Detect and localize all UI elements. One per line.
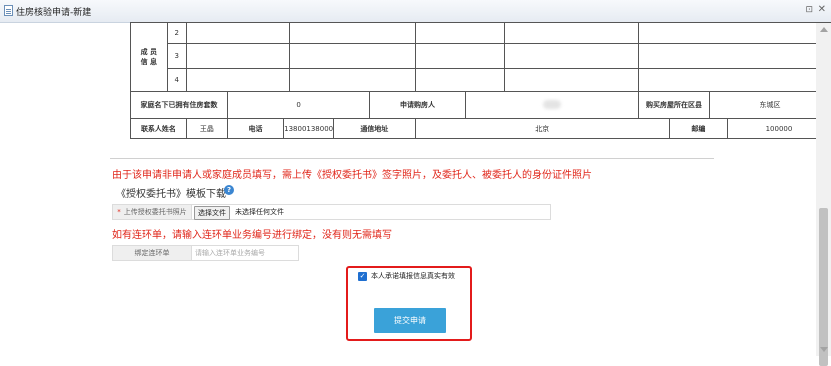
authorization-notice: 由于该申请非申请人或家庭成员填写，需上传《授权委托书》签字照片，及委托人、被委托… [112,170,592,181]
file-upload-field: 选择文件 未选择任何文件 [191,204,551,220]
member-cell [504,22,640,44]
member-row-number: 4 [166,68,187,92]
contact-name-value: 王晶 [185,118,228,139]
upload-label-text: 上传授权委托书照片 [123,208,187,216]
required-mark: * [117,208,121,216]
document-icon [4,5,13,16]
postcode-label: 邮编 [668,118,728,139]
application-table: 成 员 信 息 2 3 4 家庭名下已拥有住房套数 0 申请购房人 购买房屋所在… [130,22,831,139]
blurred-name [542,99,561,109]
member-cell [638,68,831,92]
choose-file-button[interactable]: 选择文件 [194,206,230,220]
member-cell [288,68,416,92]
member-cell [185,68,290,92]
members-label: 成 员 信 息 [130,22,168,92]
agreement-checkbox[interactable]: ✓ [358,272,367,281]
applicant-label: 申请购房人 [369,91,466,119]
chain-number-input[interactable]: 请输入连环单业务编号 [191,245,299,261]
submit-button[interactable]: 提交申请 [374,308,446,333]
restore-icon[interactable]: ⊡ [805,5,813,15]
district-value: 东城区 [708,91,831,119]
applicant-value [464,91,640,119]
owned-houses-label: 家庭名下已拥有住房套数 [130,91,228,119]
chain-label: 绑定连环单 [112,245,192,261]
member-cell [288,43,416,69]
member-cell [185,22,290,44]
address-label: 通信地址 [333,118,416,139]
phone-label: 电话 [226,118,285,139]
member-cell [414,68,506,92]
member-cell [414,22,506,44]
template-download-link[interactable]: 《授权委托书》模板下载 [116,185,226,200]
member-cell [288,22,416,44]
member-cell [638,43,831,69]
upload-label: * 上传授权委托书照片 [112,204,192,220]
scroll-up-icon[interactable] [820,27,828,32]
member-cell [504,68,640,92]
phone-value: 13800138000 [283,118,335,139]
window-title: 住房核验申请-新建 [16,8,92,18]
chain-notice: 如有连环单，请输入连环单业务编号进行绑定，没有则无需填写 [112,230,392,241]
window-titlebar: 住房核验申请-新建 ⊡ ✕ [0,0,831,23]
help-icon[interactable]: ? [224,185,234,195]
agreement-label[interactable]: 本人承诺填报信息真实有效 [371,272,455,281]
vertical-scrollbar[interactable] [816,23,831,366]
member-row-number: 3 [166,43,187,69]
scroll-down-icon[interactable] [820,347,828,352]
member-cell [185,43,290,69]
member-cell [638,22,831,44]
contact-name-label: 联系人姓名 [130,118,187,139]
address-value: 北京 [414,118,670,139]
file-status-text: 未选择任何文件 [235,208,284,216]
close-icon[interactable]: ✕ [818,4,826,15]
member-cell [504,43,640,69]
scroll-thumb[interactable] [819,208,828,366]
section-divider [110,158,714,159]
member-row-number: 2 [166,22,187,44]
district-label: 购买房屋所在区县 [638,91,710,119]
owned-houses-value: 0 [226,91,371,119]
member-cell [414,43,506,69]
